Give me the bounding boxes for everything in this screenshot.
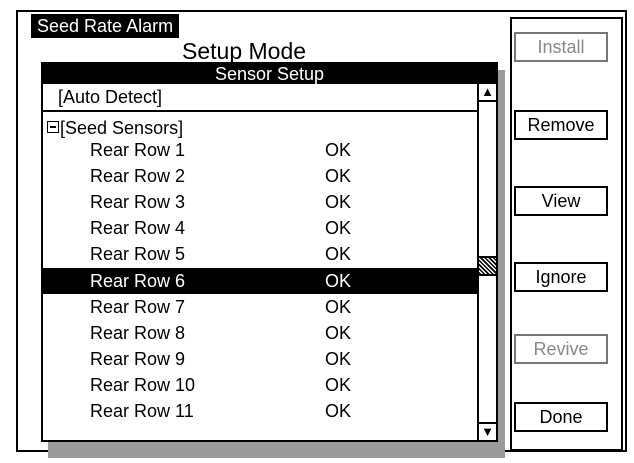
- sensor-name: Rear Row 9: [90, 348, 186, 369]
- vertical-scrollbar[interactable]: ▲ ▼: [477, 84, 496, 440]
- view-button[interactable]: View: [514, 186, 608, 216]
- sensor-status: OK: [325, 270, 352, 291]
- sensor-row[interactable]: Rear Row 5 OK: [43, 241, 477, 267]
- button-panel: [510, 17, 623, 451]
- sensor-setup-dialog: Sensor Setup [Auto Detect] [Seed Sensors…: [41, 62, 498, 442]
- auto-detect-item[interactable]: [Auto Detect]: [43, 84, 477, 112]
- sensor-status: OK: [325, 296, 352, 317]
- sensor-status: OK: [325, 166, 352, 187]
- ignore-button[interactable]: Ignore: [514, 262, 608, 292]
- revive-button[interactable]: Revive: [514, 334, 608, 364]
- sensor-status: OK: [325, 374, 352, 395]
- remove-button[interactable]: Remove: [514, 110, 608, 140]
- sensor-row[interactable]: Rear Row 8 OK: [43, 320, 477, 346]
- sensor-name: Rear Row 1: [90, 140, 186, 160]
- done-button[interactable]: Done: [514, 402, 608, 432]
- sensor-status: OK: [325, 244, 352, 265]
- sensor-name: Rear Row 2: [90, 166, 186, 187]
- sensor-status: OK: [325, 140, 352, 160]
- sensor-row[interactable]: Rear Row 2 OK: [43, 163, 477, 189]
- scroll-up-arrow-icon[interactable]: ▲: [479, 84, 496, 102]
- sensor-row[interactable]: Rear Row 3 OK: [43, 189, 477, 215]
- sensor-row[interactable]: Rear Row 6 OK: [43, 267, 477, 294]
- sensor-status: OK: [325, 192, 352, 213]
- sensor-row[interactable]: Rear Row 1 OK: [43, 137, 477, 163]
- sensor-status: OK: [325, 218, 352, 239]
- group-label: [Seed Sensors]: [60, 118, 184, 138]
- sensor-row[interactable]: Rear Row 4 OK: [43, 215, 477, 241]
- sensor-row[interactable]: Rear Row 10 OK: [43, 372, 477, 398]
- sensor-name: Rear Row 3: [90, 192, 186, 213]
- sensor-list: [Auto Detect] [Seed Sensors] Rear Row 1 O…: [43, 84, 477, 440]
- scroll-down-arrow-icon[interactable]: ▼: [479, 422, 496, 440]
- sensor-status: OK: [325, 401, 352, 421]
- sensor-name: Rear Row 7: [90, 296, 186, 317]
- dialog-title: Sensor Setup: [43, 64, 496, 84]
- seed-sensors-group[interactable]: [Seed Sensors]: [43, 117, 183, 139]
- sensor-status: OK: [325, 322, 352, 343]
- sensor-name: Rear Row 4: [90, 218, 186, 239]
- sensor-name: Rear Row 6: [90, 270, 186, 291]
- sensor-name: Rear Row 8: [90, 322, 186, 343]
- sensor-row[interactable]: Rear Row 11 OK: [43, 398, 477, 424]
- scrollbar-thumb[interactable]: [479, 256, 496, 276]
- sensor-status: OK: [325, 348, 352, 369]
- app-title: Seed Rate Alarm: [31, 14, 180, 38]
- sensor-row[interactable]: Rear Row 7 OK: [43, 294, 477, 320]
- sensor-name: Rear Row 11: [90, 401, 194, 421]
- sensor-name: Rear Row 10: [90, 374, 196, 395]
- collapse-icon[interactable]: [47, 121, 59, 133]
- install-button[interactable]: Install: [514, 32, 608, 62]
- sensor-name: Rear Row 5: [90, 244, 186, 265]
- sensor-row[interactable]: Rear Row 9 OK: [43, 346, 477, 372]
